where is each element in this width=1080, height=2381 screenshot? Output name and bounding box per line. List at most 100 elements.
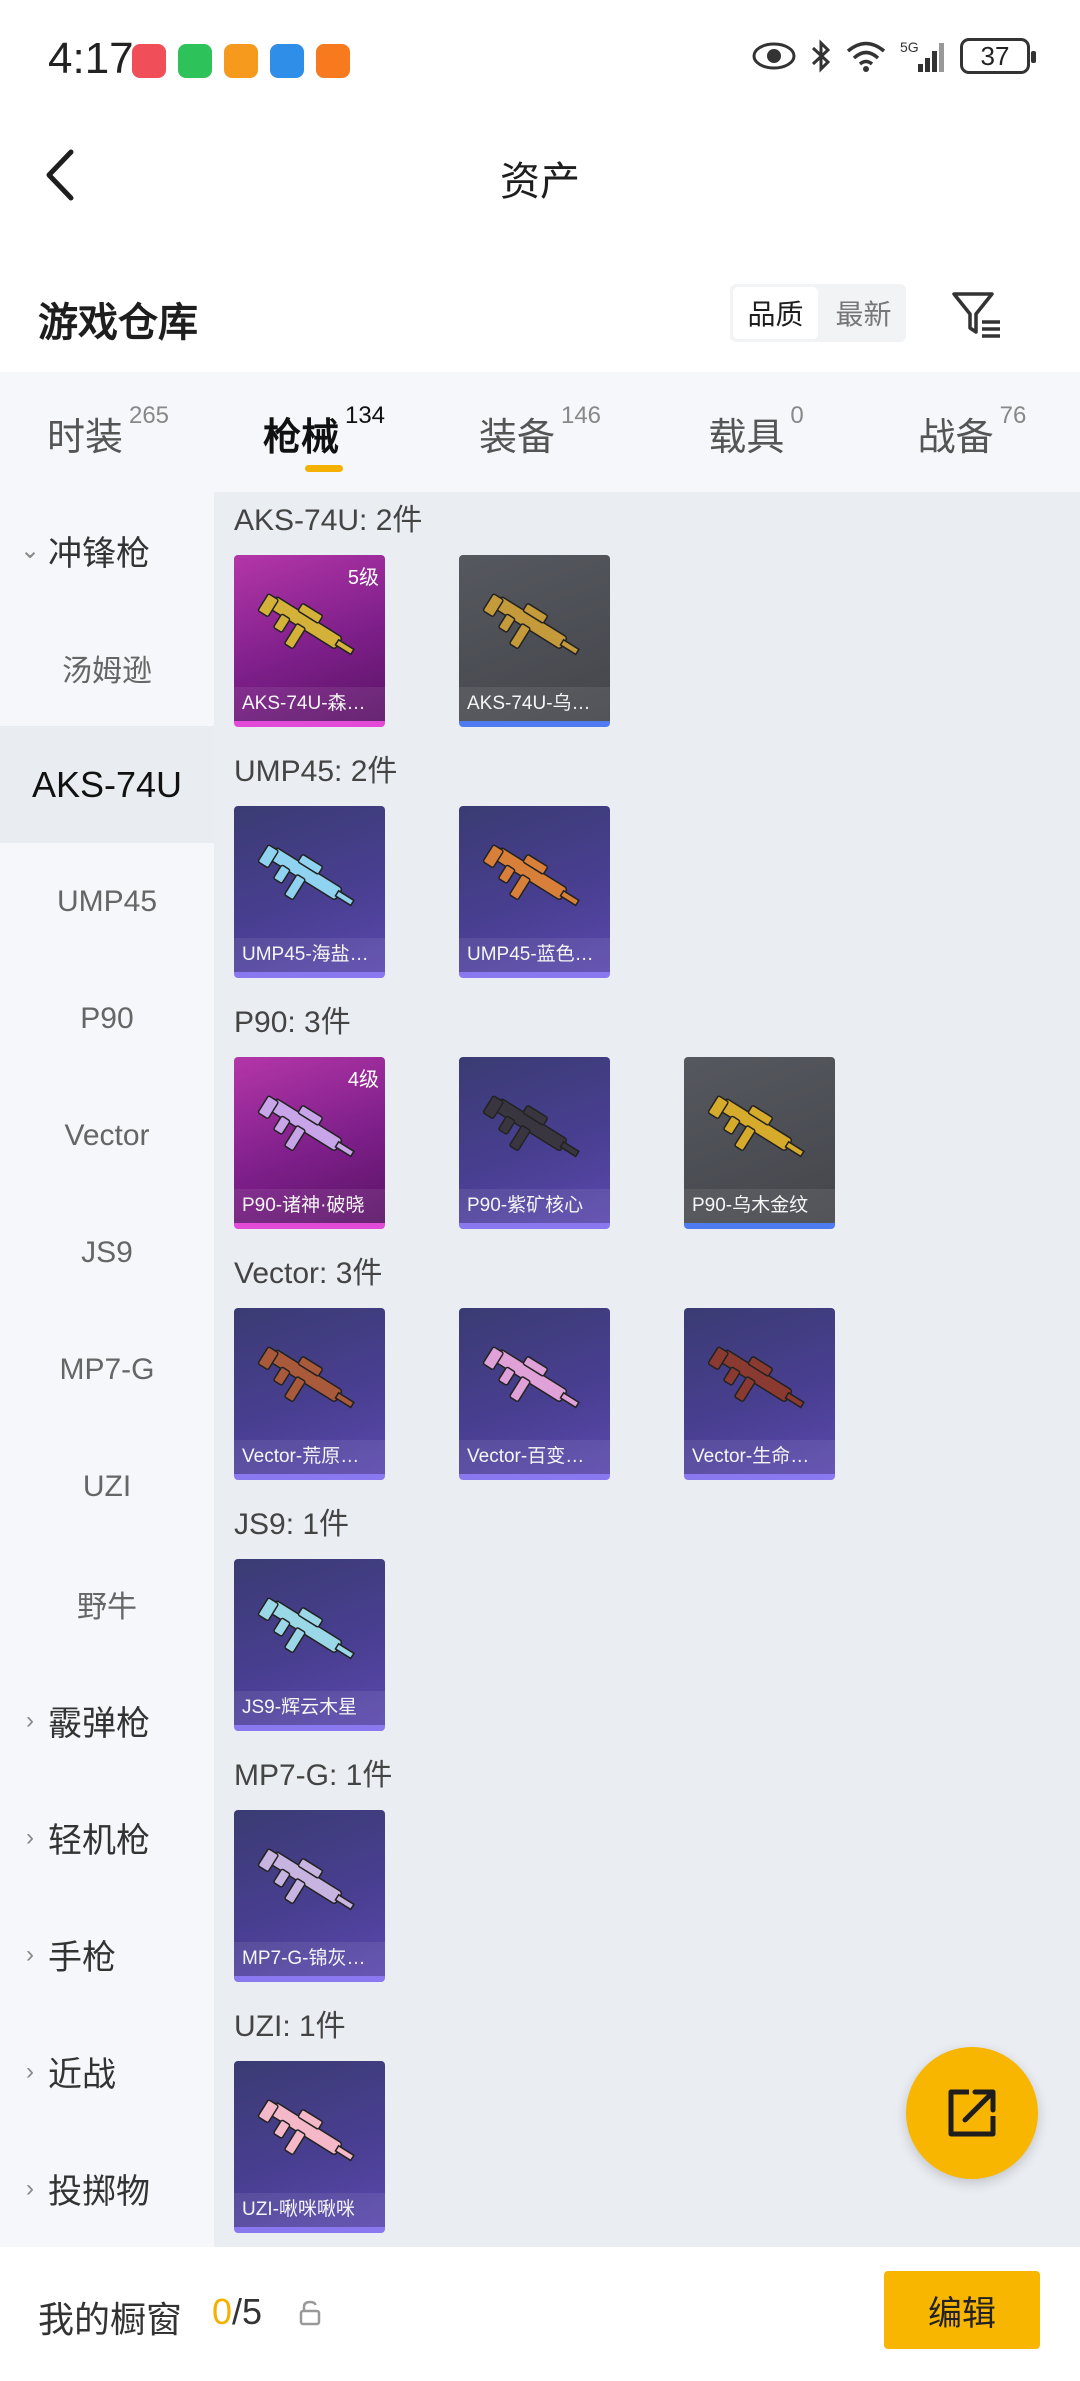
- weapon-icon: [257, 1597, 355, 1660]
- sidebar-item-label: 近战: [48, 2056, 116, 2094]
- weapon-section: Vector: 3件 Vector-荒原… Vector-百变… Vector-生命…: [214, 1248, 1080, 1499]
- skin-card[interactable]: UMP45-蓝色…: [459, 806, 610, 978]
- section-title: MP7-G: 1件: [234, 1759, 393, 1792]
- sidebar-item-bison[interactable]: 野牛: [0, 1545, 214, 1662]
- skin-card[interactable]: P90-乌木金纹: [684, 1057, 835, 1229]
- sidebar-item-aks74u[interactable]: AKS-74U: [0, 726, 214, 843]
- sort-option-newest[interactable]: 最新: [821, 284, 906, 342]
- app-notification-icon: [178, 44, 212, 78]
- tab-equipment[interactable]: 装备 146: [432, 372, 648, 492]
- tab-outfits[interactable]: 时装 265: [0, 372, 216, 492]
- skin-card[interactable]: Vector-荒原…: [234, 1308, 385, 1480]
- section-title: Vector: 3件: [234, 1257, 383, 1290]
- system-icons: 5G 37: [752, 38, 1036, 74]
- skin-grid: AKS-74U: 2件 5级 AKS-74U-森… AKS-74U-乌… UMP45: …: [214, 492, 1080, 2247]
- tab-label: 载具: [708, 417, 785, 459]
- weapon-icon: [482, 593, 580, 656]
- chevron-right-icon: ›: [26, 1823, 34, 1851]
- page-title: 资产: [500, 160, 580, 204]
- sidebar-group-pistol[interactable]: › 手枪: [0, 1896, 214, 2013]
- chevron-right-icon: ›: [26, 1940, 34, 1968]
- sidebar-item-label: 轻机枪: [48, 1822, 150, 1860]
- chevron-right-icon: ›: [26, 1706, 34, 1734]
- sort-toggle: 品质 最新: [730, 284, 906, 342]
- app-notification-icon: [316, 44, 350, 78]
- share-icon: [948, 2089, 996, 2137]
- tab-tactical[interactable]: 战备 76: [864, 372, 1080, 492]
- skin-card[interactable]: Vector-生命…: [684, 1308, 835, 1480]
- sidebar-item-label: 手枪: [48, 1939, 116, 1977]
- showcase-label: 我的橱窗: [38, 2299, 183, 2340]
- showcase-current: 0: [212, 2291, 233, 2332]
- sidebar-item-ump45[interactable]: UMP45: [0, 843, 214, 960]
- section-title: AKS-74U: 2件: [234, 504, 423, 537]
- svg-text:5G: 5G: [900, 39, 919, 55]
- skin-card[interactable]: P90-紫矿核心: [459, 1057, 610, 1229]
- skin-level-badge: 5级: [347, 567, 379, 589]
- filter-button[interactable]: [950, 286, 1006, 342]
- weapon-icon: [257, 1095, 355, 1158]
- active-tab-indicator: [305, 465, 343, 472]
- eye-icon: [752, 42, 796, 70]
- weapon-section: MP7-G: 1件 MP7-G-锦灰…: [214, 1750, 1080, 2001]
- sidebar-item-vector[interactable]: Vector: [0, 1077, 214, 1194]
- warehouse-title: 游戏仓库: [38, 301, 198, 345]
- weapon-icon: [257, 593, 355, 656]
- skin-card[interactable]: 5级 AKS-74U-森…: [234, 555, 385, 727]
- section-title: JS9: 1件: [234, 1508, 350, 1541]
- skin-card[interactable]: Vector-百变…: [459, 1308, 610, 1480]
- sidebar-item-p90[interactable]: P90: [0, 960, 214, 1077]
- sidebar-group-lmg[interactable]: › 轻机枪: [0, 1779, 214, 1896]
- lock-icon: [299, 2300, 321, 2326]
- sidebar-group-smg[interactable]: ⌄ 冲锋枪: [0, 492, 214, 609]
- app-notification-icon: [270, 44, 304, 78]
- share-button[interactable]: [906, 2047, 1038, 2179]
- weapon-section: AKS-74U: 2件 5级 AKS-74U-森… AKS-74U-乌…: [214, 495, 1080, 746]
- skin-card[interactable]: 4级 P90-诸神·破晓: [234, 1057, 385, 1229]
- showcase-bar: 我的橱窗 0/5 编辑: [0, 2247, 1080, 2381]
- edit-button[interactable]: 编辑: [884, 2271, 1040, 2349]
- weapon-icon: [707, 1346, 805, 1409]
- battery-indicator: 37: [960, 38, 1036, 74]
- skin-name: Vector-百变…: [459, 1440, 610, 1474]
- weapon-icon: [257, 1848, 355, 1911]
- sidebar-group-melee[interactable]: › 近战: [0, 2013, 214, 2130]
- skin-name: UMP45-蓝色…: [459, 938, 610, 972]
- sidebar-group-throwables[interactable]: › 投掷物: [0, 2130, 214, 2247]
- tab-firearms[interactable]: 枪械 134: [216, 372, 432, 492]
- tab-vehicles[interactable]: 载具 0: [648, 372, 864, 492]
- sort-option-quality[interactable]: 品质: [733, 287, 818, 339]
- skin-card[interactable]: JS9-辉云木星: [234, 1559, 385, 1731]
- status-bar: 4:17 5G 37: [0, 0, 1080, 125]
- skin-card[interactable]: MP7-G-锦灰…: [234, 1810, 385, 1982]
- skin-name: AKS-74U-森…: [234, 687, 385, 721]
- skin-name: P90-诸神·破晓: [234, 1189, 385, 1223]
- tab-count: 265: [128, 402, 170, 429]
- section-title: UZI: 1件: [234, 2010, 346, 2043]
- skin-card[interactable]: UMP45-海盐…: [234, 806, 385, 978]
- sidebar-item-mp7g[interactable]: MP7-G: [0, 1311, 214, 1428]
- section-title: UMP45: 2件: [234, 755, 398, 788]
- tab-label: 时装: [46, 417, 123, 459]
- category-tabs: 时装 265 枪械 134 装备 146 载具 0 战备 76: [0, 372, 1080, 492]
- skin-name: Vector-生命…: [684, 1440, 835, 1474]
- sidebar-item-js9[interactable]: JS9: [0, 1194, 214, 1311]
- filter-icon: [952, 292, 1000, 338]
- weapon-icon: [482, 844, 580, 907]
- weapon-section: UMP45: 2件 UMP45-海盐… UMP45-蓝色…: [214, 746, 1080, 997]
- weapon-icon: [482, 1346, 580, 1409]
- weapon-icon: [257, 844, 355, 907]
- sidebar-group-shotgun[interactable]: › 霰弹枪: [0, 1662, 214, 1779]
- showcase-total: /5: [232, 2291, 263, 2332]
- sidebar-item-uzi[interactable]: UZI: [0, 1428, 214, 1545]
- wifi-icon: [846, 41, 886, 72]
- signal-5g-icon: 5G: [900, 39, 944, 72]
- skin-name: UZI-啾咪啾咪: [234, 2193, 385, 2227]
- showcase-count: 0/5: [212, 2291, 262, 2333]
- skin-name: Vector-荒原…: [234, 1440, 385, 1474]
- skin-card[interactable]: UZI-啾咪啾咪: [234, 2061, 385, 2233]
- sidebar-item-label: 投掷物: [48, 2173, 150, 2211]
- sidebar-item-thompson[interactable]: 汤姆逊: [0, 609, 214, 726]
- notification-icons: [132, 44, 350, 78]
- skin-card[interactable]: AKS-74U-乌…: [459, 555, 610, 727]
